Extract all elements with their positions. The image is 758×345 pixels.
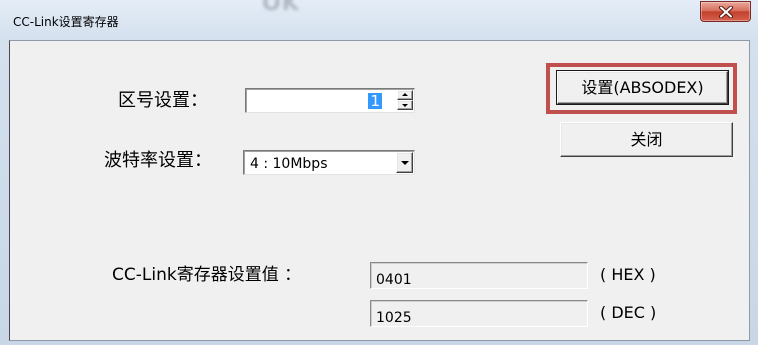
close-window-button[interactable] (700, 1, 751, 22)
title-bar[interactable]: OK CC-Link设置寄存器 (0, 0, 758, 40)
hex-value-field: 0401 (370, 262, 588, 289)
station-value[interactable]: 1 (368, 93, 382, 109)
station-label: 区号设置： (118, 90, 208, 111)
dialog-client-area: 区号设置： 1 波特率设置： 4 : 10Mbps 设置(ABSODEX) 关闭… (9, 40, 750, 341)
dec-value-field: 1025 (370, 300, 588, 327)
register-label: CC-Link寄存器设置值 ： (112, 265, 302, 285)
dialog-window: OK CC-Link设置寄存器 区号设置： 1 波特率设置： 4 : 10Mbp… (0, 0, 758, 345)
arrow-down-icon (402, 104, 408, 107)
baud-rate-dropdown[interactable]: 4 : 10Mbps (243, 150, 415, 175)
arrow-up-icon (402, 93, 408, 96)
spin-down-button[interactable] (397, 100, 413, 110)
baud-rate-label: 波特率设置： (104, 150, 212, 171)
arrow-down-icon (401, 161, 409, 165)
set-absodex-button[interactable]: 设置(ABSODEX) (556, 70, 729, 105)
dropdown-arrow-button[interactable] (396, 152, 413, 173)
spin-up-button[interactable] (397, 90, 413, 100)
hex-unit-label: ( HEX ) (600, 265, 656, 284)
station-spinbox[interactable]: 1 (245, 88, 415, 113)
dec-unit-label: ( DEC ) (600, 303, 657, 322)
baud-rate-selected: 4 : 10Mbps (250, 156, 328, 172)
window-title: CC-Link设置寄存器 (13, 15, 119, 29)
close-icon (719, 6, 733, 18)
close-button[interactable]: 关闭 (560, 122, 733, 157)
background-ghost-text: OK (262, 0, 300, 16)
